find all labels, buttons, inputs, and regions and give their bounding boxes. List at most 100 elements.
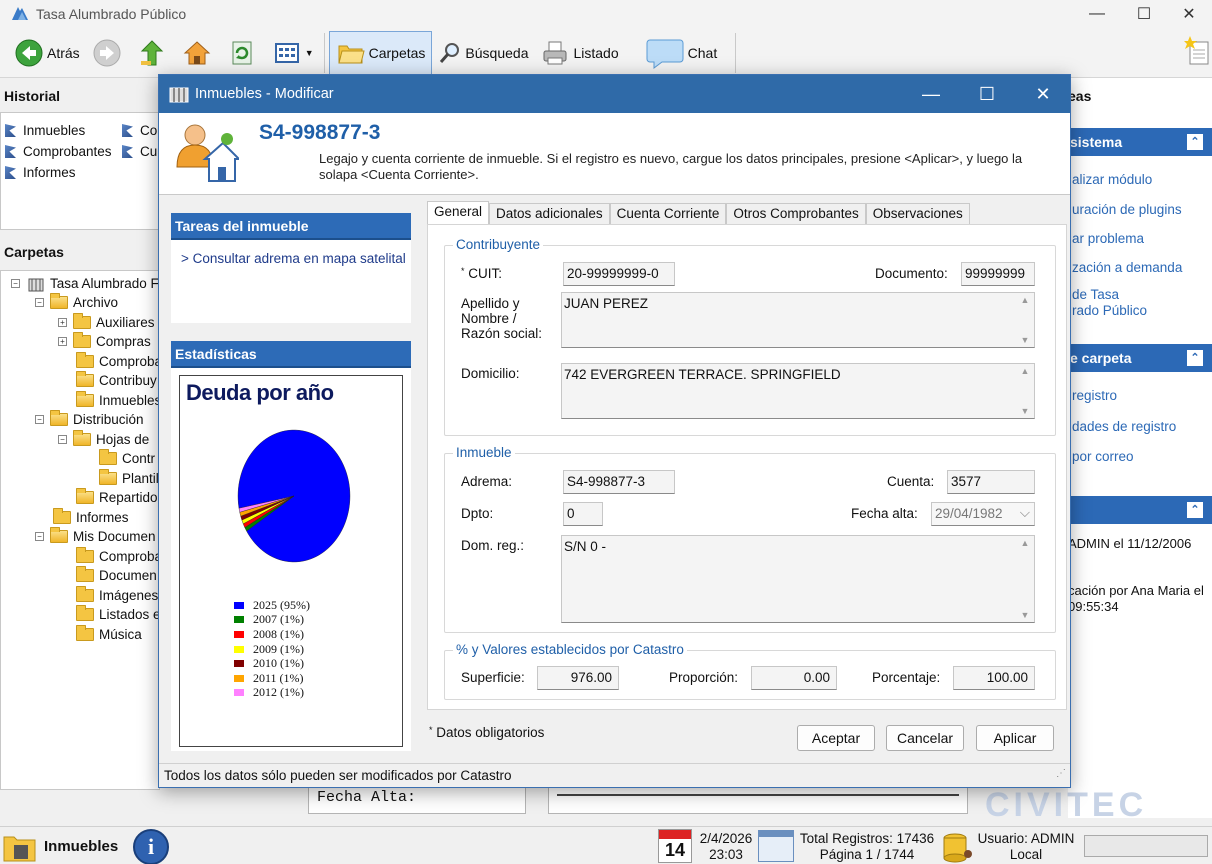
legend-label: 2012 (1%) (253, 685, 304, 700)
up-folder-button[interactable] (131, 31, 176, 75)
view-mode-button[interactable]: ▼ (266, 31, 320, 75)
resize-grip-icon[interactable]: ⋰ (1056, 768, 1066, 779)
home-button[interactable] (176, 31, 221, 75)
collapse-icon[interactable]: ⌃ (1186, 349, 1204, 367)
tree-item[interactable]: − Hojas de (58, 430, 149, 449)
chat-button[interactable]: Chat (639, 31, 724, 75)
tree-item[interactable]: Plantil (99, 469, 159, 488)
history-item-comprobantes[interactable]: Comprobantes (5, 144, 112, 159)
tree-item[interactable]: Documen (76, 566, 157, 585)
maximize-button[interactable]: ☐ (1121, 0, 1167, 28)
satellite-map-link[interactable]: > Consultar adrema en mapa satelital (181, 251, 406, 266)
list-button[interactable]: Listado (534, 31, 624, 75)
new-document-icon[interactable] (1184, 36, 1210, 69)
scroll-arrows[interactable]: ▲ ▼ (1018, 366, 1032, 416)
chat-label: Chat (687, 44, 718, 61)
history-item-inmuebles[interactable]: Inmuebles (5, 123, 85, 138)
history-item-informes[interactable]: Informes (5, 165, 76, 180)
apply-button[interactable]: Aplicar (976, 725, 1054, 751)
tree-item[interactable]: Repartido (76, 488, 158, 507)
nombre-field[interactable]: JUAN PEREZ ▲ ▼ (561, 292, 1035, 348)
domicilio-field[interactable]: 742 EVERGREEN TERRACE. SPRINGFIELD ▲ ▼ (561, 363, 1035, 419)
tree-item[interactable]: Comproba (76, 352, 159, 371)
tree-item[interactable]: Música (76, 625, 142, 644)
info-icon[interactable]: i (133, 829, 169, 864)
adrema-field[interactable]: S4-998877-3 (563, 470, 675, 494)
info-line: ADMIN el 11/12/2006 (1068, 536, 1192, 551)
accept-button[interactable]: Aceptar (797, 725, 875, 751)
system-link[interactable]: ar problema (1072, 231, 1144, 246)
history-item-cu[interactable]: Cu (122, 144, 157, 159)
tab-otros-comprobantes[interactable]: Otros Comprobantes (726, 203, 866, 225)
contribuyente-title: Contribuyente (453, 237, 544, 252)
tree-item[interactable]: Contr (99, 449, 155, 468)
collapse-icon[interactable]: ⌃ (1186, 501, 1204, 519)
chart-legend: 2025 (95%) 2007 (1%) 2008 (1%) 2009 (1%) 201… (234, 598, 310, 700)
tree-item[interactable]: Contribuy (76, 371, 157, 390)
tree-item[interactable]: Inmuebles (76, 391, 159, 410)
search-button[interactable]: Búsqueda (432, 31, 534, 75)
cuenta-field[interactable]: 3577 (947, 470, 1035, 494)
close-button[interactable]: ✕ (1166, 0, 1212, 28)
dialog-maximize-button[interactable]: ☐ (959, 75, 1015, 113)
tree-item[interactable]: Listados e (76, 605, 159, 624)
folder-link[interactable]: por correo (1072, 449, 1134, 464)
tree-item[interactable]: − Archivo (35, 293, 118, 312)
collapse-icon[interactable]: ⌃ (1186, 133, 1204, 151)
tab-datos-adicionales[interactable]: Datos adicionales (489, 203, 610, 225)
catastro-group: % y Valores establecidos por Catastro Su… (444, 642, 1056, 700)
tab-cuenta-corriente[interactable]: Cuenta Corriente (609, 203, 727, 225)
system-link[interactable]: alizar módulo (1072, 172, 1152, 187)
cancel-button[interactable]: Cancelar (886, 725, 964, 751)
cuit-field[interactable]: 20-99999999-0 (563, 262, 675, 286)
tree-item[interactable]: + Compras (58, 332, 151, 351)
tree-item[interactable]: Informes (53, 508, 129, 527)
refresh-button[interactable] (221, 31, 266, 75)
folder-icon (73, 313, 91, 329)
folder-link[interactable]: registro (1072, 388, 1117, 403)
history-item-co[interactable]: Co (122, 123, 157, 138)
status-bar: Inmuebles i 14 2/4/2026 23:03 Total Regi… (0, 826, 1212, 864)
superficie-label: Superficie: (461, 670, 525, 685)
database-icon (28, 278, 44, 291)
folder-link[interactable]: dades de registro (1072, 419, 1176, 434)
dom-reg-field[interactable]: S/N 0 - ▲ ▼ (561, 535, 1035, 623)
folder-icon (336, 38, 366, 68)
dialog-close-button[interactable]: ✕ (1015, 75, 1071, 113)
folder-section-header[interactable]: e carpeta ⌃ (1068, 344, 1212, 372)
dialog-minimize-button[interactable]: — (903, 75, 959, 113)
tree-item[interactable]: + Auxiliares (58, 313, 155, 332)
tree-item[interactable]: − Tasa Alumbrado F (11, 274, 159, 293)
tree-item[interactable]: Imágenes (76, 586, 158, 605)
dialog-heading: S4-998877-3 (259, 121, 381, 144)
system-section-header[interactable]: sistema ⌃ (1068, 128, 1212, 156)
tree-item[interactable]: Comproba (76, 547, 159, 566)
documento-field[interactable]: 99999999 (961, 262, 1035, 286)
legend-item: 2012 (1%) (234, 685, 310, 701)
status-user: Usuario: ADMIN (977, 831, 1075, 846)
system-link[interactable]: de Tasa (1072, 287, 1119, 302)
fecha-alta-picker[interactable]: 29/04/1982 ⌵ (931, 502, 1035, 526)
back-button[interactable]: Atrás (8, 31, 86, 75)
tab-observaciones[interactable]: Observaciones (865, 203, 970, 225)
system-link[interactable]: uración de plugins (1072, 202, 1182, 217)
minimize-button[interactable]: — (1074, 0, 1120, 28)
scroll-arrows[interactable]: ▲ ▼ (1018, 538, 1032, 620)
proporcion-field[interactable]: 0.00 (751, 666, 837, 690)
superficie-field[interactable]: 976.00 (537, 666, 619, 690)
page-indicator: Página 1 / 1744 (819, 847, 915, 862)
tree-item[interactable]: − Mis Documen (35, 527, 156, 546)
system-link[interactable]: rado Público (1072, 303, 1147, 318)
scroll-arrows[interactable]: ▲ ▼ (1018, 295, 1032, 345)
system-link[interactable]: zación a demanda (1072, 260, 1182, 275)
folders-button[interactable]: Carpetas (328, 30, 433, 75)
porcentaje-field[interactable]: 100.00 (953, 666, 1035, 690)
tree-item[interactable]: − Distribución (35, 410, 144, 429)
calendar-icon: 14 (658, 829, 692, 863)
forward-button[interactable] (86, 31, 131, 75)
catastro-title: % y Valores establecidos por Catastro (453, 642, 687, 657)
tab-general[interactable]: General (427, 201, 490, 225)
dpto-field[interactable]: 0 (563, 502, 603, 526)
chevron-down-icon[interactable]: ⌵ (1020, 505, 1030, 521)
info-section-header[interactable]: ⌃ (1068, 496, 1212, 524)
